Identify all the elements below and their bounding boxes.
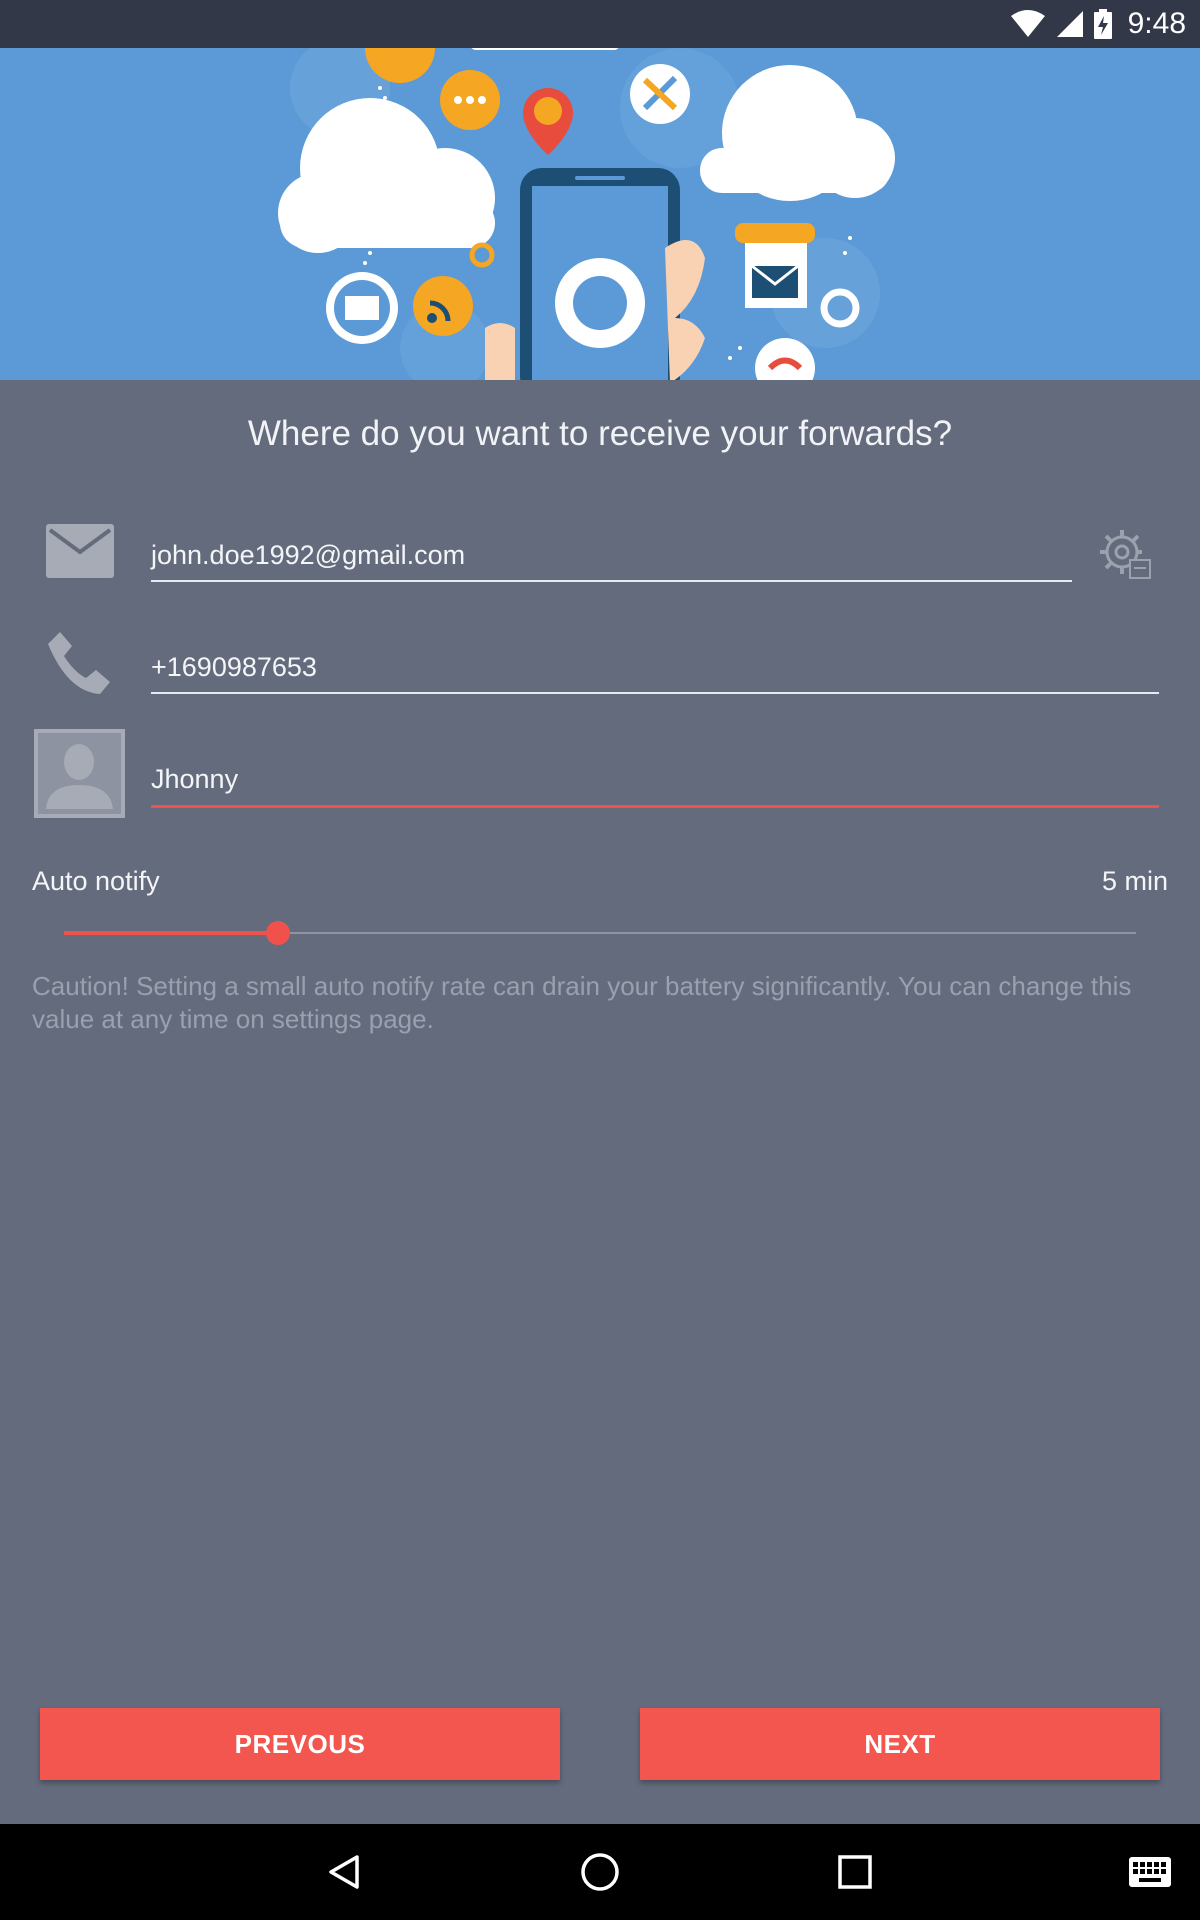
navigation-bar — [0, 1824, 1200, 1920]
phone-icon — [46, 630, 112, 696]
next-button[interactable]: NEXT — [640, 1708, 1160, 1780]
cell-signal-icon — [1056, 11, 1083, 37]
email-icon — [46, 524, 114, 578]
home-icon[interactable] — [565, 1824, 635, 1920]
settings-gear-icon[interactable] — [1098, 528, 1152, 580]
phone-field[interactable]: +1690987653 — [151, 652, 1159, 694]
contact-avatar-icon[interactable] — [34, 729, 125, 818]
communication-illustration — [278, 48, 895, 380]
email-field[interactable]: john.doe1992@gmail.com — [151, 540, 1072, 582]
slider-thumb[interactable] — [266, 921, 291, 945]
page-title: Where do you want to receive your forwar… — [247, 414, 953, 453]
auto-notify-slider[interactable] — [64, 918, 1136, 948]
wifi-icon — [1010, 10, 1045, 37]
auto-notify-value: 5 min — [1101, 866, 1168, 896]
auto-notify-label: Auto notify — [32, 866, 160, 896]
slider-fill — [64, 931, 279, 935]
recents-icon[interactable] — [820, 1824, 890, 1920]
status-bar: 9:48 — [0, 0, 1200, 48]
hero-illustration — [0, 48, 1200, 380]
caution-text: Caution! Setting a small auto notify rat… — [32, 971, 1132, 1034]
status-time: 9:48 — [1127, 7, 1186, 40]
previous-button[interactable]: PREVOUS — [40, 1708, 560, 1780]
battery-charging-icon — [1093, 9, 1112, 39]
name-field[interactable]: Jhonny — [151, 764, 1159, 808]
back-icon[interactable] — [310, 1824, 380, 1920]
keyboard-icon[interactable] — [1122, 1824, 1178, 1920]
